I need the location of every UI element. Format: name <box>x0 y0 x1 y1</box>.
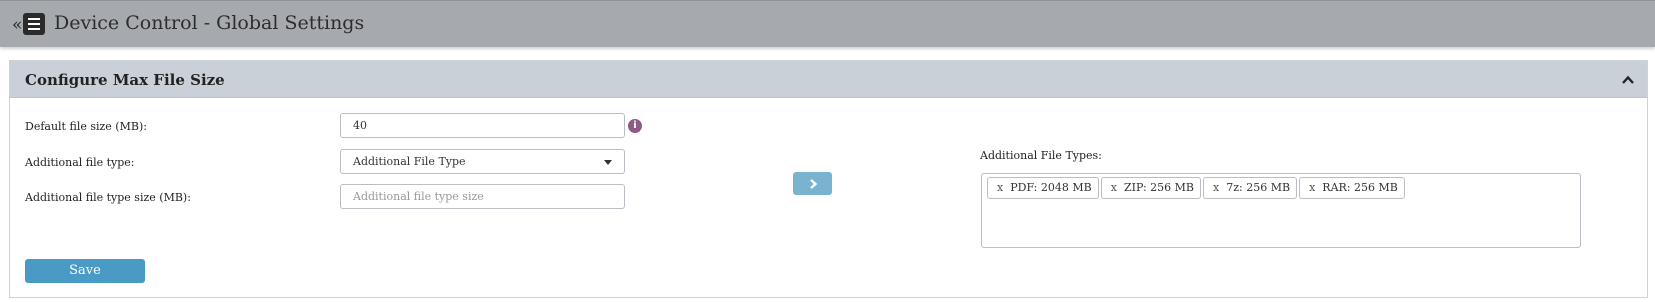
file-type-tag-label: PDF: 2048 MB <box>1010 181 1092 194</box>
info-icon[interactable]: i <box>628 119 642 133</box>
remove-tag-icon[interactable]: x <box>1309 181 1315 194</box>
sidebar-toggle-button[interactable]: « <box>12 12 46 36</box>
file-type-tag-label: RAR: 256 MB <box>1322 181 1398 194</box>
chevron-right-icon <box>809 178 817 189</box>
additional-file-type-size-label: Additional file type size (MB): <box>25 191 191 204</box>
remove-tag-icon[interactable]: x <box>1213 181 1219 194</box>
file-type-tag: x ZIP: 256 MB <box>1100 177 1201 199</box>
additional-file-types-list: x PDF: 2048 MB x ZIP: 256 MB x 7z: 256 MB x RAR… <box>981 173 1581 248</box>
additional-file-types-label: Additional File Types: <box>980 149 1102 162</box>
save-button[interactable]: Save <box>25 259 145 283</box>
additional-file-type-select[interactable]: Additional File Type <box>340 149 625 174</box>
panel-header[interactable]: Configure Max File Size <box>10 61 1647 98</box>
double-chevron-left-icon: « <box>12 14 23 35</box>
additional-file-type-selected: Additional File Type <box>353 155 466 168</box>
file-type-tag: x 7z: 256 MB <box>1203 177 1298 199</box>
caret-down-icon <box>604 160 612 165</box>
file-type-tag: x RAR: 256 MB <box>1299 177 1405 199</box>
hamburger-menu-icon <box>23 13 46 35</box>
file-type-tag: x PDF: 2048 MB <box>987 177 1099 199</box>
top-bar: « Device Control - Global Settings <box>0 0 1655 47</box>
file-type-tag-label: ZIP: 256 MB <box>1123 181 1194 194</box>
chevron-up-icon[interactable] <box>1621 73 1635 87</box>
file-type-tag-label: 7z: 256 MB <box>1226 181 1291 194</box>
remove-tag-icon[interactable]: x <box>1111 181 1117 194</box>
additional-file-type-size-input[interactable]: Additional file type size <box>340 184 625 209</box>
default-file-size-input[interactable]: 40 <box>340 113 625 138</box>
add-file-type-button[interactable] <box>793 172 832 195</box>
additional-file-type-label: Additional file type: <box>25 156 135 169</box>
remove-tag-icon[interactable]: x <box>997 181 1003 194</box>
page-title: Device Control - Global Settings <box>54 12 365 34</box>
default-file-size-label: Default file size (MB): <box>25 120 147 133</box>
panel-title: Configure Max File Size <box>25 71 225 89</box>
